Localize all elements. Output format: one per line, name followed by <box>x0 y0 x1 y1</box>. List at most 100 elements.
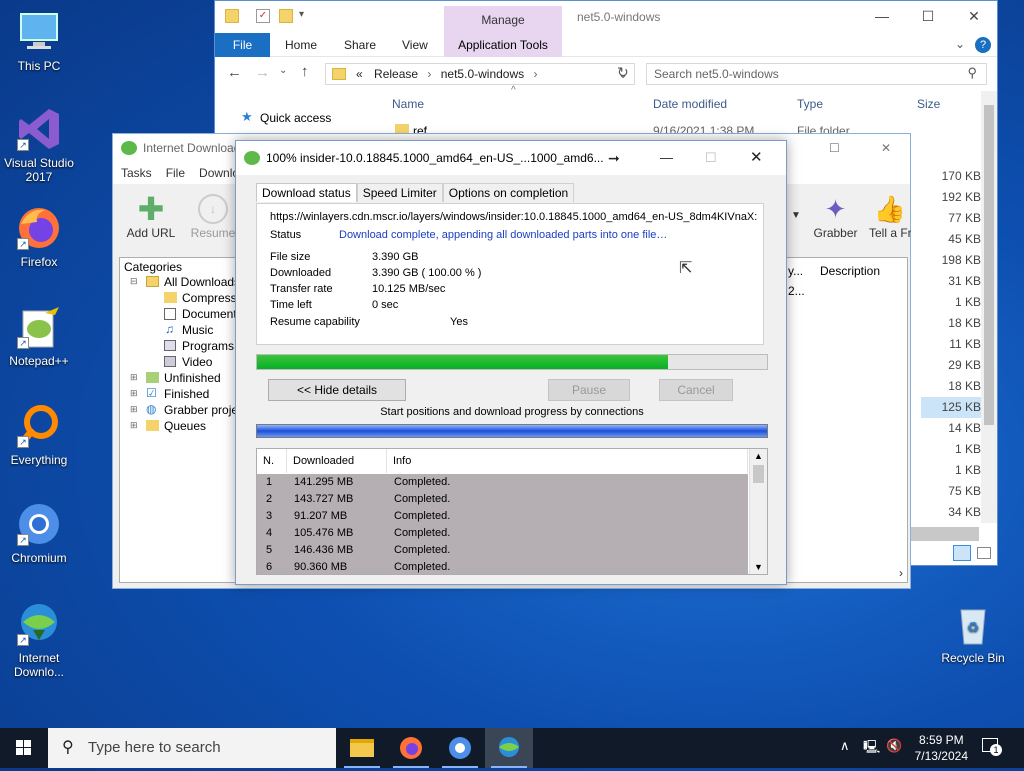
tab-options-on-completion[interactable]: Options on completion <box>442 183 575 202</box>
close-button[interactable]: ✕ <box>750 141 763 175</box>
expand-icon[interactable]: ⊞ <box>130 404 138 415</box>
forward-arrow-icon[interactable]: → <box>255 64 270 81</box>
customize-toolbar-icon[interactable]: ▾ <box>299 9 304 20</box>
column-header-downloaded[interactable]: Downloaded <box>287 449 387 473</box>
category-unfinished[interactable]: Unfinished <box>164 371 221 385</box>
breadcrumb-chevron-icon[interactable]: › <box>533 67 537 81</box>
expand-ribbon-icon[interactable]: ⌄ <box>955 37 965 51</box>
network-icon[interactable]: 🖳 <box>863 738 880 760</box>
vertical-scrollbar[interactable] <box>981 91 997 523</box>
notification-center-button[interactable]: 1 <box>980 736 1004 760</box>
maximize-button[interactable]: ☐ <box>705 141 717 175</box>
large-icons-view-icon[interactable] <box>977 547 991 559</box>
minimize-button[interactable]: — <box>859 1 905 31</box>
collapse-icon[interactable]: ⊟ <box>130 276 138 287</box>
menu-downloads[interactable]: Downlo <box>199 162 239 184</box>
grabber-button[interactable]: ✦ Grabber <box>808 192 863 240</box>
taskbar-internet-download-manager[interactable] <box>485 728 533 768</box>
desktop-icon-recycle-bin[interactable]: ♻ Recycle Bin <box>938 600 1008 665</box>
tab-speed-limiter[interactable]: Speed Limiter <box>356 183 443 202</box>
size-cell-selected[interactable]: 125 KB <box>921 397 981 418</box>
table-row[interactable]: 3 91.207 MB Completed. <box>257 508 748 525</box>
scroll-up-icon[interactable]: ▲ <box>754 451 763 461</box>
pause-button[interactable]: Pause <box>548 379 630 401</box>
taskbar-clock[interactable]: 8:59 PM 7/13/2024 <box>915 732 968 764</box>
back-arrow-icon[interactable]: ← <box>227 64 242 81</box>
category-programs[interactable]: Programs <box>182 339 234 353</box>
desktop-icon-notepadpp[interactable]: ↗ Notepad++ <box>4 303 74 368</box>
desktop-icon-this-pc[interactable]: This PC <box>4 8 74 73</box>
expand-icon[interactable]: ⊞ <box>130 420 138 431</box>
menu-tasks[interactable]: Tasks <box>121 162 152 184</box>
category-all-downloads[interactable]: All Downloads <box>164 275 240 289</box>
column-header-n[interactable]: N. <box>257 449 287 473</box>
tab-view[interactable]: View <box>402 38 428 52</box>
table-row[interactable]: 2 143.727 MB Completed. <box>257 491 748 508</box>
column-header-date[interactable]: Date modified <box>653 97 727 111</box>
volume-muted-icon[interactable]: 🔇 <box>886 738 902 754</box>
tab-share[interactable]: Share <box>344 38 376 52</box>
address-box[interactable]: « Release › net5.0-windows › ⌄ <box>325 63 635 85</box>
toolbar-dropdown-icon[interactable]: ▼ <box>791 210 801 221</box>
manage-context-tab[interactable]: Manage <box>444 6 562 33</box>
column-header-description[interactable]: Description <box>820 264 880 278</box>
quick-access-item[interactable]: Quick access <box>260 111 331 125</box>
taskbar-firefox[interactable] <box>387 728 435 768</box>
category-finished[interactable]: Finished <box>164 387 209 401</box>
scrollbar-thumb[interactable] <box>753 465 764 483</box>
minimize-button[interactable]: — <box>660 141 673 175</box>
table-row[interactable]: 4 105.476 MB Completed. <box>257 525 748 542</box>
column-header-name[interactable]: Name <box>392 97 424 111</box>
table-row[interactable]: 6 90.360 MB Completed. <box>257 559 748 574</box>
tab-file[interactable]: File <box>215 33 270 57</box>
category-documents[interactable]: Documents <box>182 307 243 321</box>
scrollbar-thumb[interactable] <box>984 105 994 425</box>
category-video[interactable]: Video <box>182 355 212 369</box>
tell-a-friend-button[interactable]: 👍 Tell a Fri <box>869 192 911 240</box>
help-icon[interactable]: ? <box>975 37 991 53</box>
table-row[interactable]: 5 146.436 MB Completed. <box>257 542 748 559</box>
breadcrumb-chevron-icon[interactable]: › <box>427 67 431 81</box>
expand-icon[interactable]: ⊞ <box>130 388 138 399</box>
scroll-right-icon[interactable]: › <box>899 566 903 580</box>
cancel-button[interactable]: Cancel <box>659 379 733 401</box>
details-view-icon[interactable] <box>953 545 971 561</box>
desktop-icon-firefox[interactable]: ↗ Firefox <box>4 204 74 269</box>
close-button[interactable]: ✕ <box>881 134 891 162</box>
category-music[interactable]: Music <box>182 323 213 337</box>
tab-download-status[interactable]: Download status <box>256 183 357 202</box>
category-grabber-projects[interactable]: Grabber projec <box>164 403 244 417</box>
desktop-icon-idm[interactable]: ↗ Internet Downlo... <box>4 600 74 679</box>
recent-locations-icon[interactable]: ⌄ <box>279 65 287 76</box>
downloads-list[interactable]: y... Description 2... › <box>783 257 908 583</box>
column-header-size[interactable]: Size <box>917 97 940 111</box>
category-queues[interactable]: Queues <box>164 419 206 433</box>
desktop-icon-everything[interactable]: ↗ Everything <box>4 402 74 467</box>
breadcrumb-release[interactable]: Release <box>374 67 418 81</box>
tab-home[interactable]: Home <box>285 38 317 52</box>
breadcrumb-current[interactable]: net5.0-windows <box>441 67 524 81</box>
properties-icon[interactable]: ✓ <box>256 9 270 23</box>
hide-details-button[interactable]: << Hide details <box>268 379 406 401</box>
table-scrollbar[interactable]: ▲ ▼ <box>749 449 767 574</box>
horizontal-scrollbar[interactable] <box>911 527 979 541</box>
connections-table[interactable]: N. Downloaded Info 1 141.295 MB Complete… <box>256 448 768 575</box>
refresh-icon[interactable]: ↻ <box>617 64 629 81</box>
tab-application-tools[interactable]: Application Tools <box>444 33 562 57</box>
resume-button[interactable]: ↓ Resume <box>183 192 243 240</box>
start-button[interactable] <box>0 728 48 768</box>
download-progress-dialog[interactable]: 100% insider-10.0.18845.1000_amd64_en-US… <box>235 140 787 585</box>
show-hidden-icons-icon[interactable]: ∧ <box>840 738 850 754</box>
menu-file[interactable]: File <box>166 162 185 184</box>
column-header-type[interactable]: Type <box>797 97 823 111</box>
desktop-icon-visual-studio[interactable]: ↗ Visual Studio 2017 <box>4 105 74 184</box>
up-arrow-icon[interactable]: ↑ <box>301 63 309 80</box>
search-icon[interactable]: ⚲ <box>967 65 977 81</box>
close-button[interactable]: ✕ <box>951 1 997 31</box>
scroll-down-icon[interactable]: ▼ <box>754 562 763 572</box>
new-folder-icon[interactable] <box>279 9 293 23</box>
breadcrumb-overflow[interactable]: « <box>356 67 363 81</box>
search-input[interactable]: Search net5.0-windows <box>646 63 987 85</box>
maximize-button[interactable]: ☐ <box>905 1 951 31</box>
column-header-info[interactable]: Info <box>387 449 748 473</box>
